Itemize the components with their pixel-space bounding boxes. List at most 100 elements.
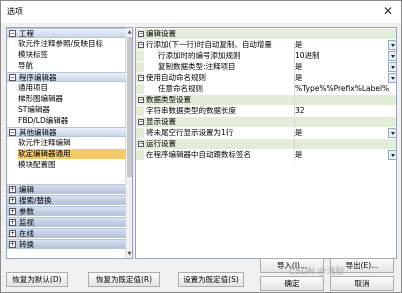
tree-item[interactable]: 软元件注释参照/反映目标 xyxy=(18,39,126,49)
dropdown-arrow-icon[interactable] xyxy=(388,62,396,72)
grid-row[interactable]: 字符串数据类型的数据长度 32 xyxy=(136,106,396,116)
expand-icon[interactable]: + xyxy=(9,230,16,237)
property-value[interactable]: 10进制 xyxy=(295,51,389,61)
category-label: 显示设置 xyxy=(146,117,176,126)
property-name: 在程序编辑器中自动跟数标签名 xyxy=(146,150,251,159)
tree-item[interactable]: 软定编辑器通用 xyxy=(18,149,126,159)
tree-group-header[interactable]: − 程序编辑器 xyxy=(7,72,126,82)
dropdown-arrow-icon[interactable] xyxy=(388,73,396,83)
grid-category[interactable]: − 显示设置 xyxy=(136,117,396,127)
row-gutter xyxy=(136,106,144,116)
grid-category[interactable]: − 数据类型设置 xyxy=(136,95,396,105)
tree-group-label: 参数 xyxy=(19,207,34,216)
ok-button[interactable]: 确定 xyxy=(260,276,324,291)
tree-group-header[interactable]: + 转换 xyxy=(7,239,126,249)
tree-group-label: 在线 xyxy=(19,229,34,238)
tree-group-header[interactable]: + 监视 xyxy=(7,217,126,227)
tree-item[interactable]: 软元件注释编辑 xyxy=(18,138,126,148)
tree-group-header[interactable]: + 参数 xyxy=(7,206,126,216)
window-title: 选项 xyxy=(7,7,23,16)
collapse-icon[interactable]: − xyxy=(138,141,144,147)
grid-row[interactable]: 复制数据类型:注释项目 是 xyxy=(136,62,396,72)
collapse-icon[interactable]: − xyxy=(138,42,144,48)
tree-scrollbar[interactable]: ▲ ▼ xyxy=(125,28,132,258)
property-value[interactable]: 是 xyxy=(295,62,389,72)
cancel-button[interactable]: 取消 xyxy=(330,276,394,291)
title-bar: 选项 ✕ xyxy=(1,1,401,23)
tree-item[interactable]: 梯形图编辑器 xyxy=(18,94,126,104)
tree-item[interactable]: 通用项目 xyxy=(18,83,126,93)
tree-group-label: 程序编辑器 xyxy=(19,73,57,82)
expand-icon[interactable]: + xyxy=(9,208,16,215)
watermark: CSDN @浩钞 xyxy=(289,267,345,277)
expand-icon[interactable]: + xyxy=(9,186,16,193)
grid-row[interactable]: − 行添加(下一行)时自动复制、自动增量 是 xyxy=(136,40,396,50)
property-value[interactable]: 是 xyxy=(295,40,389,50)
collapse-icon[interactable]: − xyxy=(138,75,144,81)
scroll-thumb[interactable] xyxy=(127,37,132,177)
grid-row[interactable]: 将未尾空行显示设置为1行 是 xyxy=(136,128,396,138)
expand-icon[interactable]: + xyxy=(9,241,16,248)
property-value[interactable]: %Type%%Prefix%Label%%Num% xyxy=(295,84,389,94)
tree-group-header[interactable]: + 搜索/替换 xyxy=(7,195,126,205)
grid-row[interactable]: 在程序编辑器中自动跟数标签名 是 xyxy=(136,150,396,160)
tree-group-header[interactable]: − 工程 xyxy=(7,28,126,38)
scroll-up-icon[interactable]: ▲ xyxy=(126,28,132,36)
collapse-icon[interactable]: − xyxy=(9,74,16,81)
row-gutter xyxy=(136,128,144,138)
collapse-icon[interactable]: − xyxy=(138,31,144,37)
dropdown-arrow-icon[interactable] xyxy=(388,128,396,138)
property-value[interactable]: 是 xyxy=(295,73,389,83)
tree-item[interactable]: 模块标签 xyxy=(18,50,126,60)
restore-preset-button[interactable]: 恢复为既定值(R) xyxy=(88,272,160,287)
property-name: 行添加(下一行)时自动复制、自动增量 xyxy=(146,40,272,49)
grid-row[interactable]: 行添加时的编号添加规则 10进制 xyxy=(136,51,396,61)
tree-item[interactable]: FBD/LD编辑器 xyxy=(18,116,126,126)
row-gutter xyxy=(136,51,144,61)
tree-group-header[interactable]: − 其他编辑器 xyxy=(7,127,126,137)
row-gutter xyxy=(136,62,144,72)
property-name: 行添加时的编号添加规则 xyxy=(158,51,241,60)
expand-icon[interactable]: + xyxy=(9,197,16,204)
category-label: 运行设置 xyxy=(146,139,176,148)
category-label: 编辑设置 xyxy=(146,29,176,38)
tree-group-label: 转换 xyxy=(19,240,34,249)
tree-item[interactable]: 模块配置图 xyxy=(18,160,126,170)
row-gutter xyxy=(136,150,144,160)
tree-group-header[interactable]: + 在线 xyxy=(7,228,126,238)
grid-category[interactable]: − 运行设置 xyxy=(136,139,396,149)
property-value[interactable]: 32 xyxy=(295,106,389,116)
settings-grid: − 编辑设置 − 行添加(下一行)时自动复制、自动增量是行添加时的编号添加规则 10进制… xyxy=(135,27,397,259)
expand-icon[interactable]: + xyxy=(9,219,16,226)
property-value[interactable]: 是 xyxy=(295,128,389,138)
row-gutter xyxy=(136,84,144,94)
options-dialog: 选项 ✕ ▲ ▼ − 工程 软元件注释参照/反映目标 模块标签 导航 − 程序编辑器 通用项目… xyxy=(0,0,402,293)
grid-row[interactable]: 任意命名规则 %Type%%Prefix%Label%%Num% xyxy=(136,84,396,94)
tree-item[interactable]: 导航 xyxy=(18,61,126,71)
tree-group-header[interactable]: + 编辑 xyxy=(7,184,126,194)
category-tree: ▲ ▼ − 工程 软元件注释参照/反映目标 模块标签 导航 − 程序编辑器 通用项目 梯形图编辑… xyxy=(6,27,133,259)
property-value[interactable]: 是 xyxy=(295,150,389,160)
set-preset-button[interactable]: 设置为既定值(S) xyxy=(178,272,244,287)
collapse-icon[interactable]: − xyxy=(138,119,144,125)
category-label: 数据类型设置 xyxy=(146,95,191,104)
tree-group-label: 其他编辑器 xyxy=(19,128,57,137)
collapse-icon[interactable]: − xyxy=(9,30,16,37)
grid-row[interactable]: − 使用自动命名规则 是 xyxy=(136,73,396,83)
tree-group-label: 搜索/替换 xyxy=(19,196,52,205)
restore-default-button[interactable]: 恢复为默认(D) xyxy=(6,272,68,287)
tree-group-label: 编辑 xyxy=(19,185,34,194)
property-name: 复制数据类型:注释项目 xyxy=(158,62,236,71)
collapse-icon[interactable]: − xyxy=(9,129,16,136)
property-name: 使用自动命名规则 xyxy=(146,73,206,82)
collapse-icon[interactable]: − xyxy=(138,97,144,103)
close-icon[interactable]: ✕ xyxy=(381,4,395,18)
grid-category[interactable]: − 编辑设置 xyxy=(136,29,396,39)
dropdown-arrow-icon[interactable] xyxy=(388,51,396,61)
tree-item[interactable]: ST编辑器 xyxy=(18,105,126,115)
dropdown-arrow-icon[interactable] xyxy=(388,40,396,50)
tree-group-label: 监视 xyxy=(19,218,34,227)
dropdown-arrow-icon[interactable] xyxy=(388,150,396,160)
column-separator[interactable] xyxy=(294,40,295,161)
scroll-down-icon[interactable]: ▼ xyxy=(126,250,132,258)
